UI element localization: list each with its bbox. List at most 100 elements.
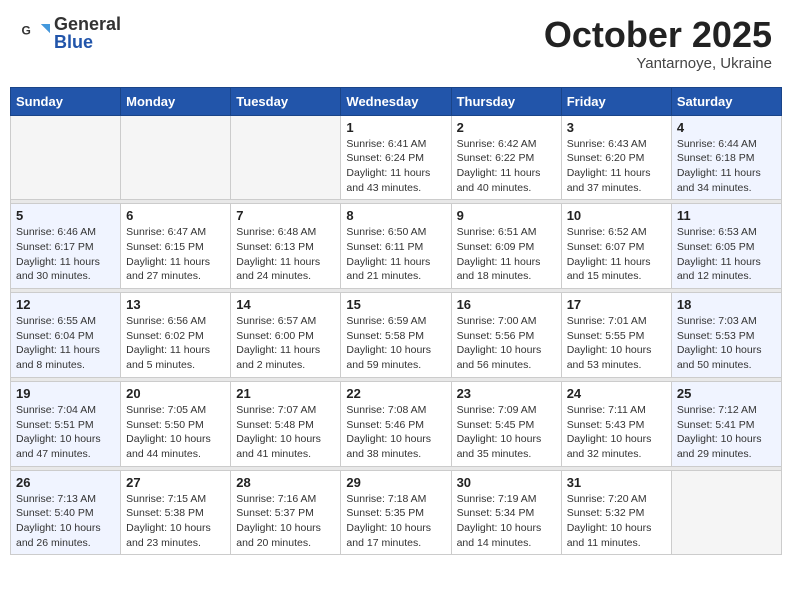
- calendar-week-2: 5 Sunrise: 6:46 AM Sunset: 6:17 PM Daylig…: [11, 204, 782, 289]
- col-header-tuesday: Tuesday: [231, 87, 341, 115]
- day-info: Sunrise: 7:19 AM Sunset: 5:34 PM Dayligh…: [457, 492, 556, 551]
- calendar-cell: [671, 470, 781, 555]
- title-block: October 2025 Yantarnoye, Ukraine: [544, 15, 772, 72]
- day-info: Sunrise: 7:01 AM Sunset: 5:55 PM Dayligh…: [567, 314, 666, 373]
- day-number: 11: [677, 208, 776, 223]
- calendar-cell: 27 Sunrise: 7:15 AM Sunset: 5:38 PM Dayli…: [121, 470, 231, 555]
- day-number: 1: [346, 120, 445, 135]
- day-number: 22: [346, 386, 445, 401]
- logo-blue: Blue: [54, 33, 121, 51]
- day-info: Sunrise: 6:47 AM Sunset: 6:15 PM Dayligh…: [126, 225, 225, 284]
- calendar-cell: 4 Sunrise: 6:44 AM Sunset: 6:18 PM Daylig…: [671, 115, 781, 200]
- col-header-monday: Monday: [121, 87, 231, 115]
- day-info: Sunrise: 6:52 AM Sunset: 6:07 PM Dayligh…: [567, 225, 666, 284]
- day-number: 14: [236, 297, 335, 312]
- day-number: 25: [677, 386, 776, 401]
- day-info: Sunrise: 7:05 AM Sunset: 5:50 PM Dayligh…: [126, 403, 225, 462]
- day-number: 28: [236, 475, 335, 490]
- day-info: Sunrise: 6:56 AM Sunset: 6:02 PM Dayligh…: [126, 314, 225, 373]
- calendar-cell: 23Sunrise: 7:09 AM Sunset: 5:45 PM Dayli…: [451, 381, 561, 466]
- calendar-cell: 25 Sunrise: 7:12 AM Sunset: 5:41 PM Dayli…: [671, 381, 781, 466]
- day-number: 2: [457, 120, 556, 135]
- day-number: 6: [126, 208, 225, 223]
- location-subtitle: Yantarnoye, Ukraine: [544, 55, 772, 72]
- calendar-cell: 9Sunrise: 6:51 AM Sunset: 6:09 PM Daylig…: [451, 204, 561, 289]
- day-info: Sunrise: 6:50 AM Sunset: 6:11 PM Dayligh…: [346, 225, 445, 284]
- calendar-cell: 17 Sunrise: 7:01 AM Sunset: 5:55 PM Dayli…: [561, 293, 671, 378]
- day-info: Sunrise: 6:44 AM Sunset: 6:18 PM Dayligh…: [677, 137, 776, 196]
- calendar-cell: 14Sunrise: 6:57 AM Sunset: 6:00 PM Dayli…: [231, 293, 341, 378]
- day-info: Sunrise: 6:42 AM Sunset: 6:22 PM Dayligh…: [457, 137, 556, 196]
- calendar-cell: 7 Sunrise: 6:48 AM Sunset: 6:13 PM Daylig…: [231, 204, 341, 289]
- day-number: 31: [567, 475, 666, 490]
- day-info: Sunrise: 7:13 AM Sunset: 5:40 PM Dayligh…: [16, 492, 115, 551]
- calendar-cell: 26Sunrise: 7:13 AM Sunset: 5:40 PM Dayli…: [11, 470, 121, 555]
- calendar-cell: 30 Sunrise: 7:19 AM Sunset: 5:34 PM Dayli…: [451, 470, 561, 555]
- day-number: 10: [567, 208, 666, 223]
- day-number: 27: [126, 475, 225, 490]
- day-number: 17: [567, 297, 666, 312]
- day-number: 30: [457, 475, 556, 490]
- day-number: 7: [236, 208, 335, 223]
- calendar-cell: 1 Sunrise: 6:41 AM Sunset: 6:24 PM Daylig…: [341, 115, 451, 200]
- day-info: Sunrise: 7:16 AM Sunset: 5:37 PM Dayligh…: [236, 492, 335, 551]
- col-header-thursday: Thursday: [451, 87, 561, 115]
- calendar-cell: 19 Sunrise: 7:04 AM Sunset: 5:51 PM Dayli…: [11, 381, 121, 466]
- day-number: 19: [16, 386, 115, 401]
- col-header-friday: Friday: [561, 87, 671, 115]
- calendar-cell: 8 Sunrise: 6:50 AM Sunset: 6:11 PM Daylig…: [341, 204, 451, 289]
- day-number: 8: [346, 208, 445, 223]
- day-number: 5: [16, 208, 115, 223]
- calendar-cell: 24Sunrise: 7:11 AM Sunset: 5:43 PM Dayli…: [561, 381, 671, 466]
- calendar-table: SundayMondayTuesdayWednesdayThursdayFrid…: [10, 87, 782, 556]
- day-info: Sunrise: 7:07 AM Sunset: 5:48 PM Dayligh…: [236, 403, 335, 462]
- calendar-cell: 13Sunrise: 6:56 AM Sunset: 6:02 PM Dayli…: [121, 293, 231, 378]
- logo-icon: G: [20, 18, 50, 48]
- calendar-cell: 11Sunrise: 6:53 AM Sunset: 6:05 PM Dayli…: [671, 204, 781, 289]
- day-info: Sunrise: 7:12 AM Sunset: 5:41 PM Dayligh…: [677, 403, 776, 462]
- col-header-sunday: Sunday: [11, 87, 121, 115]
- col-header-wednesday: Wednesday: [341, 87, 451, 115]
- page-header: G General Blue October 2025 Yantarnoye, …: [10, 10, 782, 77]
- svg-text:G: G: [22, 24, 31, 38]
- day-info: Sunrise: 6:41 AM Sunset: 6:24 PM Dayligh…: [346, 137, 445, 196]
- calendar-week-3: 12Sunrise: 6:55 AM Sunset: 6:04 PM Dayli…: [11, 293, 782, 378]
- day-number: 23: [457, 386, 556, 401]
- day-info: Sunrise: 7:20 AM Sunset: 5:32 PM Dayligh…: [567, 492, 666, 551]
- calendar-cell: 15 Sunrise: 6:59 AM Sunset: 5:58 PM Dayli…: [341, 293, 451, 378]
- day-number: 16: [457, 297, 556, 312]
- calendar-week-1: 1 Sunrise: 6:41 AM Sunset: 6:24 PM Daylig…: [11, 115, 782, 200]
- calendar-cell: 20Sunrise: 7:05 AM Sunset: 5:50 PM Dayli…: [121, 381, 231, 466]
- calendar-week-5: 26Sunrise: 7:13 AM Sunset: 5:40 PM Dayli…: [11, 470, 782, 555]
- calendar-cell: 22 Sunrise: 7:08 AM Sunset: 5:46 PM Dayli…: [341, 381, 451, 466]
- day-info: Sunrise: 6:48 AM Sunset: 6:13 PM Dayligh…: [236, 225, 335, 284]
- calendar-cell: 3Sunrise: 6:43 AM Sunset: 6:20 PM Daylig…: [561, 115, 671, 200]
- day-info: Sunrise: 6:46 AM Sunset: 6:17 PM Dayligh…: [16, 225, 115, 284]
- day-number: 29: [346, 475, 445, 490]
- day-info: Sunrise: 7:04 AM Sunset: 5:51 PM Dayligh…: [16, 403, 115, 462]
- calendar-cell: 10 Sunrise: 6:52 AM Sunset: 6:07 PM Dayli…: [561, 204, 671, 289]
- logo: G General Blue: [20, 15, 121, 51]
- day-number: 15: [346, 297, 445, 312]
- day-info: Sunrise: 7:08 AM Sunset: 5:46 PM Dayligh…: [346, 403, 445, 462]
- day-info: Sunrise: 6:59 AM Sunset: 5:58 PM Dayligh…: [346, 314, 445, 373]
- col-header-saturday: Saturday: [671, 87, 781, 115]
- calendar-cell: 28 Sunrise: 7:16 AM Sunset: 5:37 PM Dayli…: [231, 470, 341, 555]
- day-info: Sunrise: 6:51 AM Sunset: 6:09 PM Dayligh…: [457, 225, 556, 284]
- day-info: Sunrise: 7:00 AM Sunset: 5:56 PM Dayligh…: [457, 314, 556, 373]
- day-number: 24: [567, 386, 666, 401]
- calendar-header-row: SundayMondayTuesdayWednesdayThursdayFrid…: [11, 87, 782, 115]
- day-number: 4: [677, 120, 776, 135]
- calendar-week-4: 19 Sunrise: 7:04 AM Sunset: 5:51 PM Dayli…: [11, 381, 782, 466]
- day-number: 21: [236, 386, 335, 401]
- calendar-cell: 6 Sunrise: 6:47 AM Sunset: 6:15 PM Daylig…: [121, 204, 231, 289]
- month-title: October 2025: [544, 15, 772, 55]
- calendar-cell: 21 Sunrise: 7:07 AM Sunset: 5:48 PM Dayli…: [231, 381, 341, 466]
- calendar-cell: 31 Sunrise: 7:20 AM Sunset: 5:32 PM Dayli…: [561, 470, 671, 555]
- day-info: Sunrise: 7:18 AM Sunset: 5:35 PM Dayligh…: [346, 492, 445, 551]
- calendar-cell: [11, 115, 121, 200]
- day-info: Sunrise: 6:43 AM Sunset: 6:20 PM Dayligh…: [567, 137, 666, 196]
- calendar-cell: 5 Sunrise: 6:46 AM Sunset: 6:17 PM Daylig…: [11, 204, 121, 289]
- day-info: Sunrise: 7:15 AM Sunset: 5:38 PM Dayligh…: [126, 492, 225, 551]
- calendar-cell: 2 Sunrise: 6:42 AM Sunset: 6:22 PM Daylig…: [451, 115, 561, 200]
